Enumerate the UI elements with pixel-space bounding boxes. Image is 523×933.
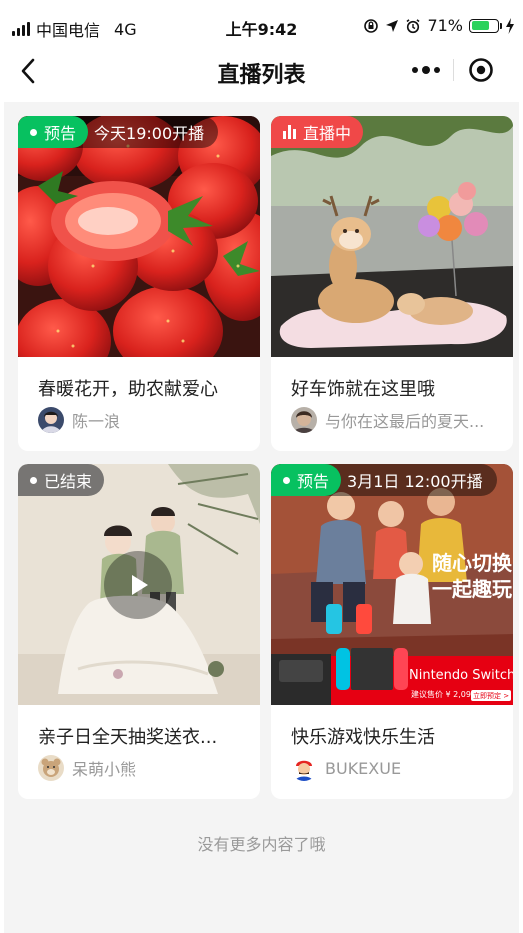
alarm-icon xyxy=(406,18,420,33)
live-card[interactable]: 随心切换 一起趣玩 Nintendo Switch 建议售价 ¥ 2,099 立… xyxy=(271,464,513,799)
cover-image-family-photo: 已结束 xyxy=(18,464,260,705)
location-icon xyxy=(386,19,399,32)
battery-percent: 71% xyxy=(427,16,463,35)
more-dot-icon xyxy=(412,67,418,73)
more-button[interactable] xyxy=(399,52,453,88)
orientation-lock-icon xyxy=(364,18,379,33)
live-list: 预告 今天19:00开播 春暖花开，助农献爱心 陈一浪 直播中 好车饰就在这里哦… xyxy=(4,102,519,933)
status-badge-upcoming: 预告 xyxy=(18,116,89,148)
replay-button[interactable] xyxy=(104,551,172,619)
status-badge: 直播中 xyxy=(271,116,364,148)
dot-icon xyxy=(30,128,37,136)
charging-icon xyxy=(506,17,514,34)
avatar xyxy=(38,407,64,433)
card-title: 亲子日全天抽奖送衣... xyxy=(38,727,218,748)
target-close-icon xyxy=(469,58,493,82)
author-name: 呆萌小熊 xyxy=(72,760,137,779)
schedule-time: 今天19:00开播 xyxy=(94,124,205,143)
card-author: 与你在这最后的夏天... xyxy=(291,407,484,433)
status-badge: 已结束 xyxy=(18,464,105,496)
author-name: 与你在这最后的夏天... xyxy=(325,412,485,431)
promo-price: 建议售价 ¥ 2,099 xyxy=(411,689,476,699)
author-name: BUKEXUE xyxy=(325,758,402,778)
avatar xyxy=(38,755,64,781)
live-card[interactable]: 直播中 好车饰就在这里哦 与你在这最后的夏天... xyxy=(271,116,513,451)
card-author: 呆萌小熊 xyxy=(38,755,136,781)
dot-icon xyxy=(30,476,37,484)
status-badge-live: 直播中 xyxy=(271,116,364,148)
end-of-list-note: 没有更多内容了哦 xyxy=(197,835,326,854)
promo-line1: 随心切换 xyxy=(432,551,513,575)
cover-image-strawberries: 预告 今天19:00开播 xyxy=(18,116,260,357)
cover-image-car-ornament: 直播中 xyxy=(271,116,513,357)
status-label: 已结束 xyxy=(44,472,93,491)
close-mini-program-button[interactable] xyxy=(454,52,508,88)
live-bars-icon xyxy=(283,125,296,139)
battery-level-fill xyxy=(471,21,490,30)
card-author: BUKEXUE xyxy=(291,755,401,781)
live-card[interactable]: 已结束 亲子日全天抽奖送衣... 呆萌小熊 xyxy=(18,464,260,799)
status-label: 直播中 xyxy=(303,124,352,143)
battery-icon xyxy=(469,18,502,33)
card-author: 陈一浪 xyxy=(38,407,120,433)
status-badge-upcoming: 预告 xyxy=(271,464,342,496)
status-badge: 预告 今天19:00开播 xyxy=(18,116,219,148)
card-title: 春暖花开，助农献爱心 xyxy=(38,379,218,400)
status-badge-ended: 已结束 xyxy=(18,464,105,496)
avatar xyxy=(291,407,317,433)
mini-program-capsule xyxy=(399,52,509,88)
more-dot-icon xyxy=(422,66,430,74)
promo-cta: 立即预定 > xyxy=(473,691,509,700)
card-title: 好车饰就在这里哦 xyxy=(291,379,435,400)
status-right: 71% xyxy=(363,16,515,35)
avatar xyxy=(291,755,317,781)
card-title: 快乐游戏快乐生活 xyxy=(291,727,435,748)
author-name: 陈一浪 xyxy=(72,412,121,431)
status-label: 预告 xyxy=(297,472,330,491)
live-card[interactable]: 预告 今天19:00开播 春暖花开，助农献爱心 陈一浪 xyxy=(18,116,260,451)
status-badge: 预告 3月1日 12:00开播 xyxy=(271,464,497,496)
play-icon xyxy=(132,575,148,595)
promo-line2: 一起趣玩 xyxy=(432,577,512,601)
nav-bar: 直播列表 xyxy=(0,46,523,96)
status-label: 预告 xyxy=(44,124,77,143)
promo-brand: Nintendo Switch xyxy=(409,668,513,683)
dot-icon xyxy=(283,476,290,484)
cover-image-nintendo-switch: 随心切换 一起趣玩 Nintendo Switch 建议售价 ¥ 2,099 立… xyxy=(271,464,513,705)
more-dot-icon xyxy=(434,67,440,73)
schedule-time: 3月1日 12:00开播 xyxy=(347,472,483,491)
